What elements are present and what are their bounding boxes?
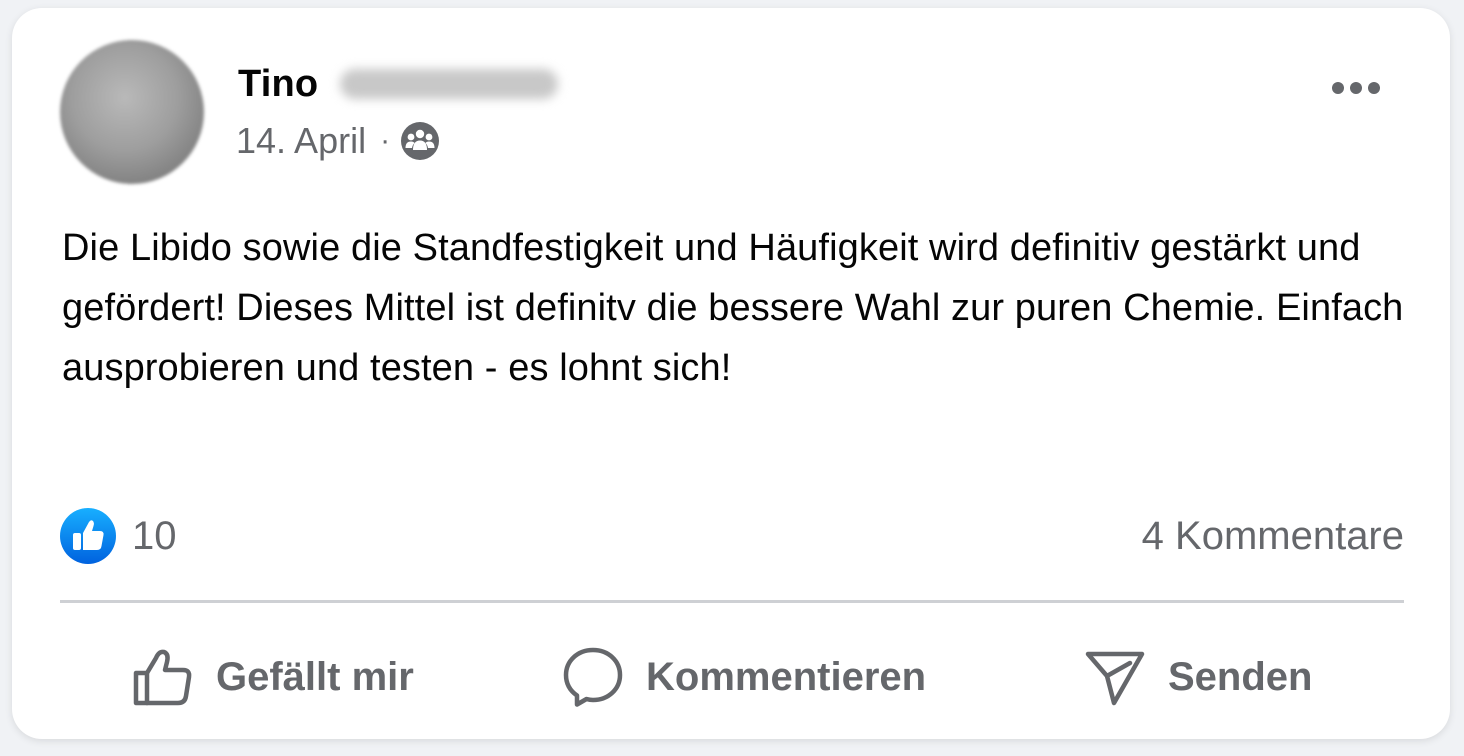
post-date[interactable]: 14. April	[236, 120, 366, 162]
more-options-button[interactable]	[1326, 70, 1386, 106]
more-dots-icon	[1332, 82, 1380, 94]
comment-bubble-icon	[563, 647, 623, 707]
comment-button-label: Kommentieren	[646, 654, 927, 699]
send-arrow-icon	[1085, 651, 1145, 706]
reaction-stats: 10 4 Kommentare	[60, 508, 1404, 564]
comment-count[interactable]: 4 Kommentare	[1142, 514, 1404, 559]
like-summary[interactable]: 10	[60, 508, 177, 564]
post-meta: 14. April ·	[236, 118, 440, 164]
meta-separator: ·	[380, 124, 391, 157]
avatar[interactable]	[60, 40, 204, 184]
like-button-label: Gefällt mir	[216, 654, 414, 699]
action-bar: Gefällt mir Kommentieren Senden	[60, 628, 1404, 724]
group-audience-icon[interactable]	[400, 121, 440, 161]
like-button[interactable]: Gefällt mir	[132, 646, 414, 708]
author-first-name[interactable]: Tino	[238, 63, 318, 106]
divider	[60, 600, 1404, 603]
send-button[interactable]: Senden	[1084, 646, 1312, 708]
post-card: Tino 14. April · Die Libido sowie die St…	[12, 8, 1450, 739]
thumbs-up-icon	[133, 649, 192, 706]
post-text: Die Libido sowie die Standfestigkeit und…	[62, 227, 1404, 389]
like-count: 10	[132, 513, 177, 558]
post-author[interactable]: Tino	[238, 60, 559, 108]
comment-button[interactable]: Kommentieren	[562, 646, 926, 708]
author-last-name-blurred	[340, 69, 559, 99]
send-button-label: Senden	[1168, 654, 1313, 699]
like-reaction-icon	[60, 508, 116, 564]
